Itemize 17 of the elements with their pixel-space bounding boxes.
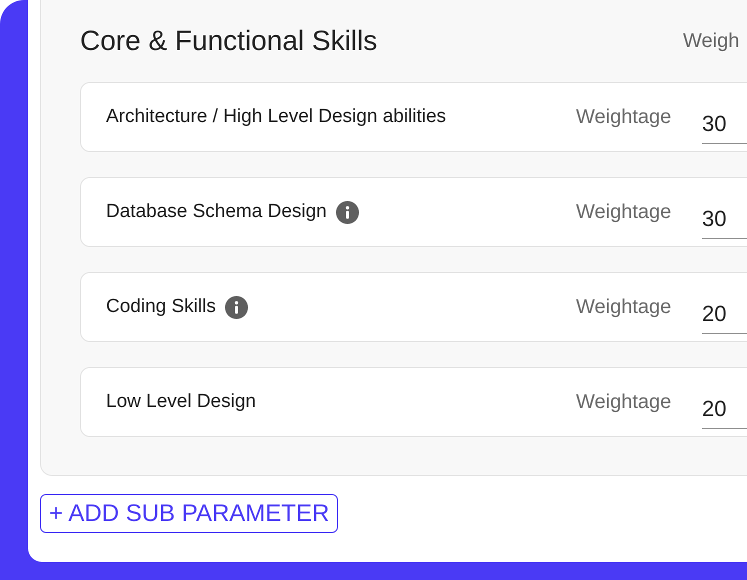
weightage-field[interactable]: 30 [702, 102, 747, 144]
info-icon[interactable] [224, 296, 248, 318]
add-sub-parameter-button[interactable]: + ADD SUB PARAMETER [40, 494, 338, 533]
skill-label: Low Level Design [106, 391, 256, 413]
weightage-label: Weightage [576, 390, 672, 414]
weightage-field[interactable]: 20 [702, 388, 747, 428]
weightage-label: Weightage [576, 296, 672, 318]
info-icon[interactable] [336, 200, 359, 224]
weightage-label: Weightage [576, 106, 672, 128]
skill-label: Database Schema Design [106, 201, 327, 223]
skill-label: Architecture / High Level Design abilities [106, 106, 446, 128]
weightage-label: Weightage [576, 200, 672, 224]
weightage-field[interactable]: 20 [702, 292, 747, 334]
weightage-field[interactable]: 30 [702, 198, 747, 238]
column-header: Weigh [683, 30, 740, 52]
section-title: Core & Functional Skills [80, 25, 378, 57]
skill-label: Coding Skills [106, 296, 216, 318]
